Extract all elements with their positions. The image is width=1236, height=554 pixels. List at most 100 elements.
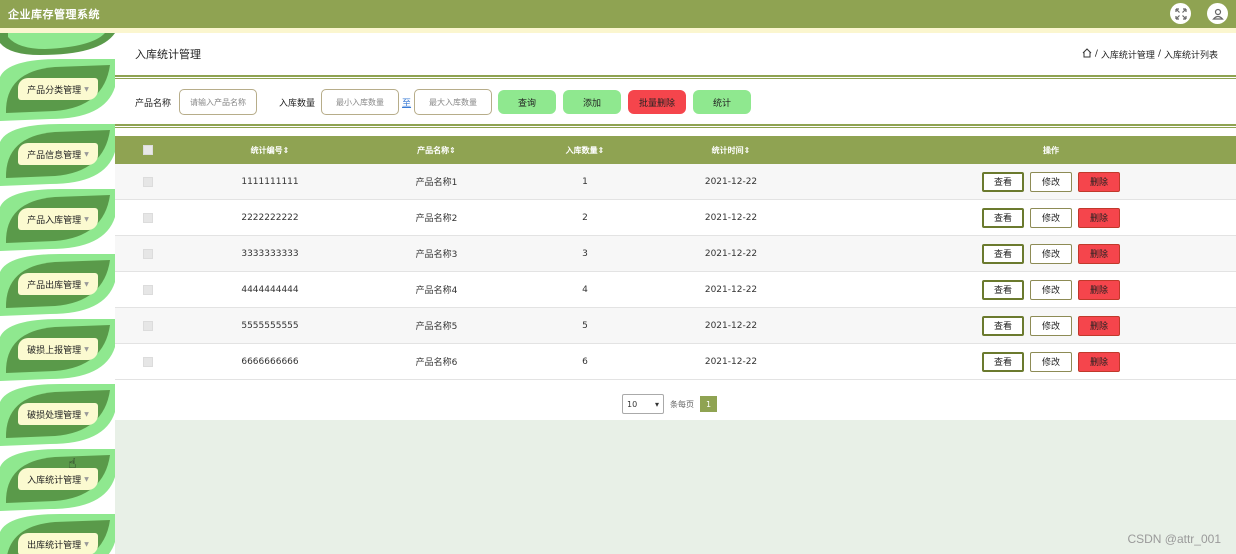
stats-button[interactable]: 统计 [693, 90, 752, 114]
sidebar-item-label[interactable]: 产品分类管理 ▼ [18, 78, 98, 100]
view-button[interactable]: 查看 [982, 351, 1024, 372]
cell-qty: 4 [582, 284, 588, 295]
chevron-down-icon: ▼ [84, 150, 89, 158]
row-checkbox[interactable] [143, 212, 153, 223]
chevron-down-icon: ▼ [84, 475, 89, 483]
sidebar-item-stock-in-stats[interactable]: 入库统计管理 ▼ [0, 447, 115, 511]
sidebar-item-stock-in[interactable]: 产品入库管理 ▼ [0, 187, 115, 251]
header-id[interactable]: 统计编号⇕ [181, 145, 359, 156]
sidebar-item-label[interactable]: 产品出库管理 ▼ [18, 273, 98, 295]
cell-date: 2021-12-22 [704, 356, 758, 367]
sidebar-item-label[interactable]: 破损处理管理 ▼ [18, 403, 98, 425]
range-to-label: 至 [402, 98, 412, 109]
sort-icon: ⇕ [282, 145, 290, 155]
view-button[interactable]: 查看 [982, 315, 1024, 336]
cell-id: 1111111111 [241, 176, 299, 187]
edit-button[interactable]: 修改 [1030, 279, 1072, 300]
pagination: 10 ▾ 条每页 1 [115, 394, 1236, 414]
header-name[interactable]: 产品名称⇕ [359, 145, 514, 156]
batch-delete-button[interactable]: 批量删除 [628, 90, 687, 114]
chevron-down-icon: ▼ [84, 215, 89, 223]
select-all-checkbox[interactable] [143, 145, 153, 155]
chevron-down-icon: ▼ [84, 540, 89, 548]
view-button[interactable]: 查看 [982, 171, 1024, 192]
edit-button[interactable]: 修改 [1030, 351, 1072, 372]
query-button[interactable]: 查询 [498, 90, 557, 114]
cell-id: 5555555555 [241, 320, 299, 331]
delete-button[interactable]: 删除 [1078, 351, 1120, 372]
table-header: 统计编号⇕ 产品名称⇕ 入库数量⇕ 统计时间⇕ 操作 [115, 136, 1236, 164]
table-row: 2222222222 产品名称2 2 2021-12-22 查看 修改 删除 [115, 200, 1236, 236]
fullscreen-icon[interactable] [1170, 3, 1191, 24]
cell-name: 产品名称6 [415, 358, 458, 368]
page-header: 入库统计管理 / 入库统计管理 / 入库统计列表 [115, 33, 1236, 75]
watermark: CSDN @attr_001 [1127, 532, 1221, 546]
sidebar-item-product-info[interactable]: 产品信息管理 ▼ [0, 122, 115, 186]
table-row: 1111111111 产品名称1 1 2021-12-22 查看 修改 删除 [115, 164, 1236, 200]
hand-cursor-icon: ☝ [68, 456, 77, 472]
view-button[interactable]: 查看 [982, 243, 1024, 264]
edit-button[interactable]: 修改 [1030, 315, 1072, 336]
header-qty[interactable]: 入库数量⇕ [514, 145, 656, 156]
sidebar-item-damage-handling[interactable]: 破损处理管理 ▼ [0, 382, 115, 446]
sidebar-item-label[interactable]: 破损上报管理 ▼ [18, 338, 98, 360]
app-title: 企业库存管理系统 [8, 8, 100, 21]
min-quantity-input[interactable]: 最小入库数量 [321, 89, 400, 115]
chevron-down-icon: ▼ [84, 280, 89, 288]
breadcrumb-level1[interactable]: 入库统计管理 [1101, 48, 1155, 61]
sidebar-item-label[interactable]: 产品信息管理 ▼ [18, 143, 98, 165]
add-button[interactable]: 添加 [563, 90, 622, 114]
breadcrumb-separator: / [1094, 49, 1098, 59]
cell-date: 2021-12-22 [704, 248, 758, 259]
cell-qty: 5 [582, 320, 588, 331]
sidebar-item-label[interactable]: 出库统计管理 ▼ [18, 533, 98, 554]
row-checkbox[interactable] [143, 248, 153, 259]
sidebar-item-label[interactable]: 入库统计管理 ▼ [18, 468, 98, 490]
table-row: 5555555555 产品名称5 5 2021-12-22 查看 修改 删除 [115, 308, 1236, 344]
top-bar: 企业库存管理系统 [0, 0, 1236, 28]
edit-button[interactable]: 修改 [1030, 171, 1072, 192]
row-checkbox[interactable] [143, 176, 153, 187]
sidebar: 产品分类管理 ▼ 产品信息管理 ▼ 产品入库管理 ▼ 产品出库管理 ▼ 破损上报管理 ▼ … [0, 33, 115, 554]
delete-button[interactable]: 删除 [1078, 279, 1120, 300]
cell-id: 6666666666 [241, 356, 299, 367]
breadcrumb-separator: / [1157, 49, 1161, 59]
row-checkbox[interactable] [143, 320, 153, 331]
sidebar-item-stock-out-stats[interactable]: 出库统计管理 ▼ [0, 512, 115, 554]
edit-button[interactable]: 修改 [1030, 207, 1072, 228]
row-checkbox[interactable] [143, 356, 153, 367]
delete-button[interactable]: 删除 [1078, 243, 1120, 264]
cell-id: 2222222222 [241, 212, 299, 223]
quantity-label: 入库数量 [279, 98, 316, 109]
content-panel: 入库统计管理 / 入库统计管理 / 入库统计列表 产品名称 请输入产品名称 入库… [115, 33, 1236, 420]
sidebar-item-damage-report[interactable]: 破损上报管理 ▼ [0, 317, 115, 381]
product-name-input[interactable]: 请输入产品名称 [179, 89, 258, 115]
cell-id: 4444444444 [241, 284, 299, 295]
cell-date: 2021-12-22 [704, 212, 758, 223]
table-row: 3333333333 产品名称3 3 2021-12-22 查看 修改 删除 [115, 236, 1236, 272]
page-size-select[interactable]: 10 ▾ [622, 394, 664, 414]
page-button-current[interactable]: 1 [700, 396, 717, 412]
breadcrumb: / 入库统计管理 / 入库统计列表 [1082, 47, 1218, 61]
top-bar-icons [1170, 3, 1228, 24]
max-quantity-input[interactable]: 最大入库数量 [414, 89, 493, 115]
user-icon[interactable] [1207, 3, 1228, 24]
main-content: 入库统计管理 / 入库统计管理 / 入库统计列表 产品名称 请输入产品名称 入库… [115, 33, 1236, 554]
view-button[interactable]: 查看 [982, 207, 1024, 228]
delete-button[interactable]: 删除 [1078, 207, 1120, 228]
sidebar-item-stock-out[interactable]: 产品出库管理 ▼ [0, 252, 115, 316]
sort-icon: ⇕ [743, 145, 751, 155]
sidebar-item-category[interactable]: 产品分类管理 ▼ [0, 57, 115, 121]
view-button[interactable]: 查看 [982, 279, 1024, 300]
header-date[interactable]: 统计时间⇕ [656, 145, 806, 156]
row-checkbox[interactable] [143, 284, 153, 295]
delete-button[interactable]: 删除 [1078, 315, 1120, 336]
cell-name: 产品名称5 [415, 322, 458, 332]
sidebar-item-label[interactable]: 产品入库管理 ▼ [18, 208, 98, 230]
home-icon[interactable] [1082, 47, 1092, 61]
cell-name: 产品名称3 [415, 250, 458, 260]
delete-button[interactable]: 删除 [1078, 171, 1120, 192]
cell-qty: 1 [582, 176, 588, 187]
edit-button[interactable]: 修改 [1030, 243, 1072, 264]
cell-name: 产品名称1 [415, 178, 458, 188]
